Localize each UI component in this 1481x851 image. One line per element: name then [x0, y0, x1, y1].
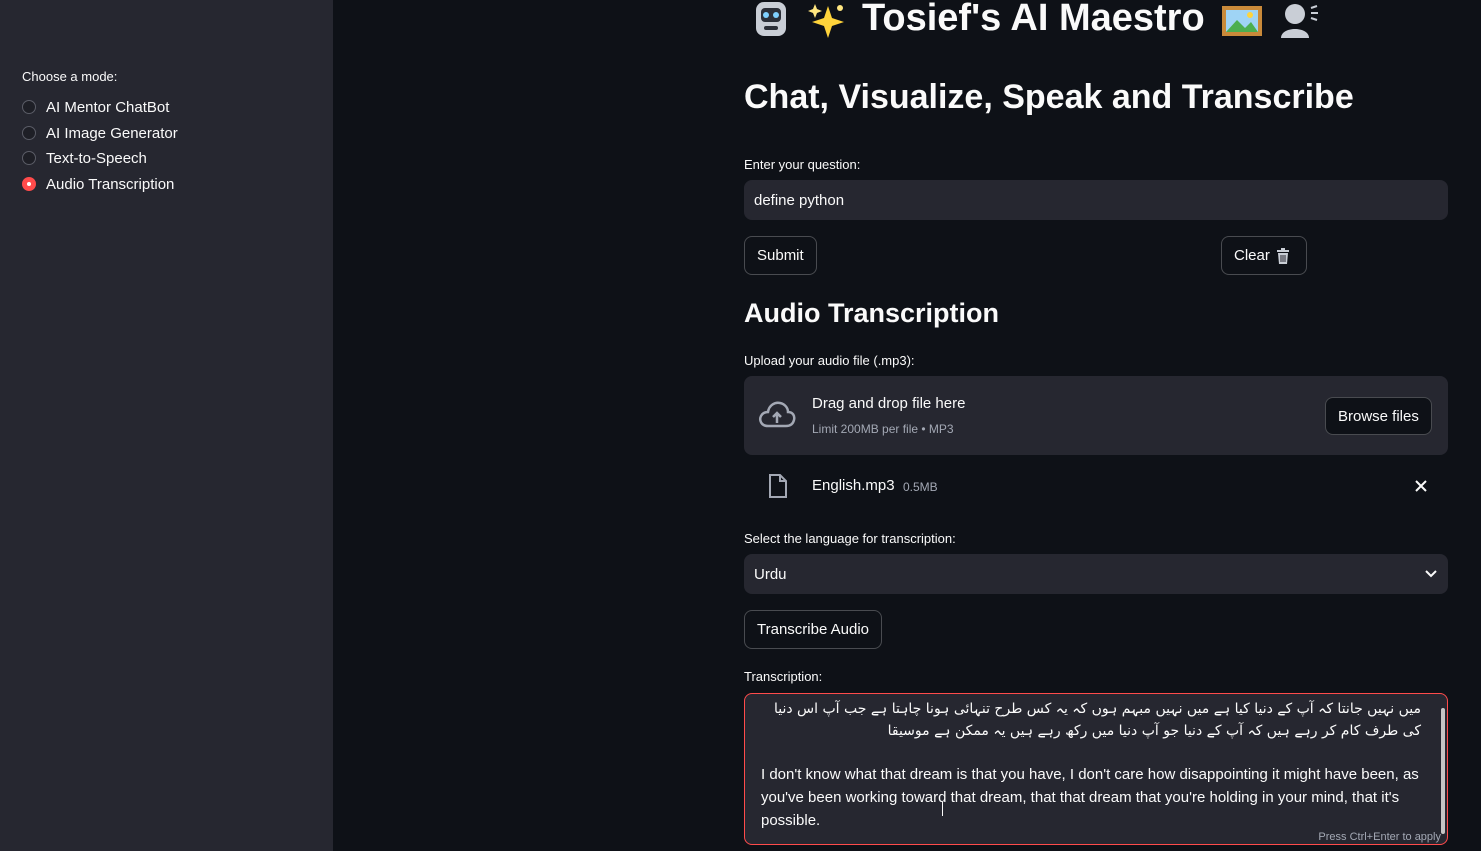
- dropzone-title: Drag and drop file here: [812, 395, 966, 412]
- radio-label: Text-to-Speech: [46, 149, 147, 167]
- browse-files-button[interactable]: Browse files: [1325, 397, 1432, 435]
- browse-files-label: Browse files: [1338, 407, 1419, 425]
- clear-button[interactable]: Clear: [1221, 236, 1307, 275]
- file-name: English.mp3: [812, 477, 895, 494]
- radio-text-to-speech[interactable]: Text-to-Speech: [22, 147, 147, 169]
- sidebar: Choose a mode: AI Mentor ChatBot AI Imag…: [0, 0, 333, 851]
- clear-label: Clear: [1234, 247, 1270, 264]
- language-select[interactable]: Urdu: [744, 554, 1448, 594]
- file-icon: [768, 474, 788, 503]
- transcribe-audio-button[interactable]: Transcribe Audio: [744, 610, 883, 649]
- transcription-english-text: I don't know what that dream is that you…: [761, 766, 1419, 829]
- transcription-label: Transcription:: [744, 669, 823, 684]
- radio-ai-image-generator[interactable]: AI Image Generator: [22, 122, 178, 144]
- speaking-head-emoji-icon: [1277, 0, 1319, 40]
- radio-circle-icon: [22, 151, 36, 165]
- chevron-down-icon: [1424, 569, 1438, 579]
- text-cursor-icon: [942, 802, 943, 816]
- sparkles-emoji-icon: [806, 0, 848, 40]
- file-dropzone[interactable]: Drag and drop file here Limit 200MB per …: [744, 376, 1448, 455]
- radio-audio-transcription[interactable]: Audio Transcription: [22, 173, 174, 195]
- uploaded-file-row: English.mp3 0.5MB: [744, 468, 1448, 504]
- wastebasket-icon: [1276, 247, 1290, 264]
- page-heading: Chat, Visualize, Speak and Transcribe: [744, 78, 1354, 116]
- radio-label: AI Image Generator: [46, 124, 178, 142]
- dropzone-subtitle: Limit 200MB per file • MP3: [812, 422, 954, 436]
- radio-circle-icon: [22, 100, 36, 114]
- radio-checked-icon: [22, 177, 36, 191]
- framed-picture-emoji-icon: [1221, 0, 1263, 40]
- submit-button[interactable]: Submit: [744, 236, 817, 275]
- transcribe-audio-label: Transcribe Audio: [757, 621, 870, 638]
- file-size: 0.5MB: [903, 480, 938, 494]
- radio-label: AI Mentor ChatBot: [46, 98, 170, 116]
- question-label: Enter your question:: [744, 157, 861, 172]
- language-select-value: Urdu: [754, 565, 787, 583]
- transcription-urdu-text: میں نہیں جانتا کہ آپ کے دنیا کیا ہے میں …: [773, 701, 1421, 739]
- apply-hint: Press Ctrl+Enter to apply: [1318, 831, 1441, 843]
- app-title-text: Tosief's AI Maestro: [862, 0, 1205, 39]
- question-input[interactable]: [744, 180, 1448, 220]
- robot-emoji-icon: [750, 0, 792, 40]
- textarea-scrollbar[interactable]: [1441, 708, 1445, 834]
- transcription-textarea[interactable]: میں نہیں جانتا کہ آپ کے دنیا کیا ہے میں …: [744, 693, 1448, 845]
- app-title: Tosief's AI Maestro: [750, 0, 1370, 40]
- radio-circle-icon: [22, 126, 36, 140]
- submit-label: Submit: [757, 247, 804, 264]
- remove-file-icon[interactable]: [1414, 479, 1428, 498]
- cloud-upload-icon: [758, 400, 796, 435]
- mode-label: Choose a mode:: [22, 69, 118, 84]
- language-label: Select the language for transcription:: [744, 531, 956, 546]
- radio-ai-mentor-chatbot[interactable]: AI Mentor ChatBot: [22, 96, 169, 118]
- section-heading: Audio Transcription: [744, 298, 1000, 328]
- radio-label: Audio Transcription: [46, 175, 175, 193]
- upload-label: Upload your audio file (.mp3):: [744, 353, 915, 368]
